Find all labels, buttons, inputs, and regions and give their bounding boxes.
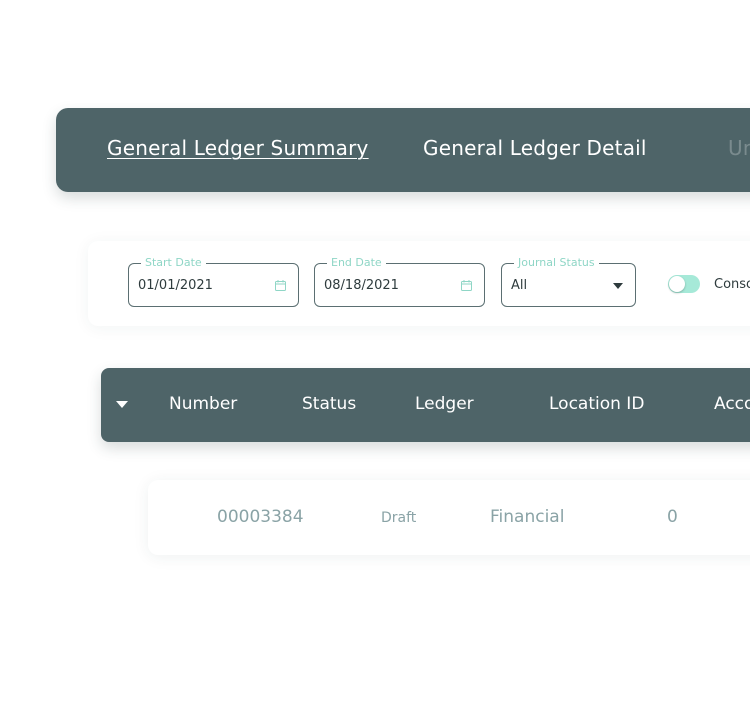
start-date-field[interactable]: Start Date 01/01/2021 [128, 256, 299, 307]
table-header: Number Status Ledger Location ID Acco [101, 368, 750, 442]
report-tab-bar: General Ledger Summary General Ledger De… [56, 108, 750, 192]
cell-status: Draft [381, 510, 417, 526]
consolidate-toggle[interactable] [668, 275, 700, 293]
page: General Ledger Summary General Ledger De… [0, 0, 750, 703]
table-row[interactable]: 00003384 Draft Financial 0 [148, 480, 750, 555]
consolidate-label: Conso [714, 277, 750, 292]
calendar-icon[interactable] [461, 280, 472, 291]
end-date-value[interactable]: 08/18/2021 [324, 278, 399, 294]
column-header-status[interactable]: Status [302, 394, 356, 414]
column-header-account[interactable]: Acco [714, 394, 750, 414]
tab-general-ledger-detail[interactable]: General Ledger Detail [423, 136, 647, 160]
cell-location-id: 0 [667, 507, 678, 527]
cell-number: 00003384 [217, 507, 304, 527]
filter-panel: Start Date 01/01/2021 End Date 08/18/202… [88, 241, 750, 326]
start-date-label: Start Date [141, 256, 206, 270]
end-date-label: End Date [327, 256, 386, 270]
tab-general-ledger-summary[interactable]: General Ledger Summary [107, 136, 369, 160]
journal-status-select[interactable]: Journal Status All [501, 256, 636, 307]
caret-down-icon[interactable] [613, 283, 623, 289]
calendar-icon[interactable] [275, 280, 286, 291]
toggle-knob [669, 276, 685, 292]
cell-ledger: Financial [490, 507, 565, 527]
column-header-location-id[interactable]: Location ID [549, 394, 644, 414]
expand-caret-icon[interactable] [116, 401, 128, 408]
column-header-number[interactable]: Number [169, 394, 237, 414]
column-header-ledger[interactable]: Ledger [415, 394, 474, 414]
start-date-value[interactable]: 01/01/2021 [138, 278, 213, 294]
tab-unposted[interactable]: Un [728, 136, 750, 160]
journal-status-value[interactable]: All [511, 278, 527, 294]
journal-status-label: Journal Status [514, 256, 599, 270]
end-date-field[interactable]: End Date 08/18/2021 [314, 256, 485, 307]
